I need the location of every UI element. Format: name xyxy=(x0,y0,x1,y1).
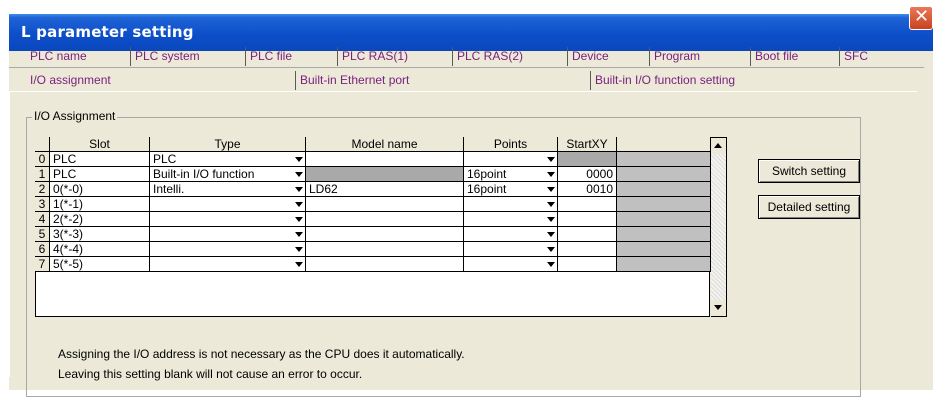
slot-cell[interactable]: 1(*-1) xyxy=(50,197,150,212)
tab-builtin-io-function-setting[interactable]: Built-in I/O function setting xyxy=(590,71,920,90)
type-select[interactable] xyxy=(150,257,306,272)
close-icon: ✕ xyxy=(914,6,930,27)
model-name-field[interactable]: LD62 xyxy=(306,182,464,197)
row-number: 2 xyxy=(35,182,50,197)
column-header-model: Model name xyxy=(306,137,464,152)
detail-cell xyxy=(617,197,711,212)
tab-program[interactable]: Program xyxy=(649,47,749,66)
slot-cell[interactable]: 4(*-4) xyxy=(50,242,150,257)
tab-plc-name[interactable]: PLC name xyxy=(26,47,129,66)
chevron-down-icon[interactable] xyxy=(291,197,306,212)
chevron-down-icon[interactable] xyxy=(543,152,558,167)
chevron-down-icon[interactable] xyxy=(291,212,306,227)
tab-io-assignment[interactable]: I/O assignment xyxy=(26,71,294,90)
chevron-down-icon[interactable] xyxy=(291,242,306,257)
slot-cell[interactable]: PLC xyxy=(50,152,150,167)
chevron-down-icon[interactable] xyxy=(291,257,306,272)
tab-builtin-ethernet-port[interactable]: Built-in Ethernet port xyxy=(295,71,589,90)
close-button[interactable]: ✕ xyxy=(909,6,933,30)
type-select[interactable]: Built-in I/O function xyxy=(150,167,306,182)
tab-divider xyxy=(9,67,924,68)
detail-cell xyxy=(617,167,711,182)
chevron-down-icon[interactable] xyxy=(543,242,558,257)
model-name-field[interactable] xyxy=(306,152,464,167)
chevron-down-icon[interactable] xyxy=(543,182,558,197)
row-number: 6 xyxy=(35,242,50,257)
slot-cell[interactable]: 2(*-2) xyxy=(50,212,150,227)
column-header-slot: Slot xyxy=(50,137,150,152)
scroll-thumb[interactable] xyxy=(711,154,726,300)
type-select[interactable]: Intelli. xyxy=(150,182,306,197)
row-number: 4 xyxy=(35,212,50,227)
tab-boot-file[interactable]: Boot file xyxy=(750,47,838,66)
tab-plc-system[interactable]: PLC system xyxy=(130,47,244,66)
window-title: L parameter setting xyxy=(21,23,194,41)
chevron-down-icon[interactable] xyxy=(291,227,306,242)
slot-cell[interactable]: 0(*-0) xyxy=(50,182,150,197)
detail-cell xyxy=(617,227,711,242)
start-xy-field[interactable]: 0000 xyxy=(558,167,617,182)
group-label: I/O Assignment xyxy=(32,109,118,123)
column-header-blank xyxy=(617,137,711,152)
column-header-points: Points xyxy=(464,137,558,152)
model-name-field[interactable] xyxy=(306,212,464,227)
scroll-down-icon[interactable] xyxy=(711,300,726,316)
tab-plc-file[interactable]: PLC file xyxy=(245,47,336,66)
row-number: 3 xyxy=(35,197,50,212)
column-header-type: Type xyxy=(150,137,306,152)
type-select[interactable]: PLC xyxy=(150,152,306,167)
tab-sfc[interactable]: SFC xyxy=(839,47,917,66)
start-xy-field[interactable] xyxy=(558,257,617,272)
model-name-field[interactable] xyxy=(306,242,464,257)
detail-cell xyxy=(617,182,711,197)
type-select[interactable] xyxy=(150,227,306,242)
detail-cell xyxy=(617,242,711,257)
chevron-down-icon[interactable] xyxy=(543,227,558,242)
chevron-down-icon[interactable] xyxy=(543,197,558,212)
io-assignment-table: Slot Type Model name Points StartXY 0 PLC PLC 1 P… xyxy=(35,137,711,317)
start-xy-field[interactable] xyxy=(558,152,617,167)
header-corner xyxy=(35,137,50,152)
detail-cell xyxy=(617,152,711,167)
detailed-setting-button[interactable]: Detailed setting xyxy=(758,195,860,219)
model-name-field[interactable] xyxy=(306,227,464,242)
row-number: 0 xyxy=(35,152,50,167)
chevron-down-icon[interactable] xyxy=(291,167,306,182)
switch-setting-button[interactable]: Switch setting xyxy=(758,159,860,183)
title-bar: L parameter setting xyxy=(9,14,933,51)
start-xy-field[interactable] xyxy=(558,242,617,257)
row-number: 7 xyxy=(35,257,50,272)
model-name-field[interactable] xyxy=(306,197,464,212)
chevron-down-icon[interactable] xyxy=(543,212,558,227)
chevron-down-icon[interactable] xyxy=(291,182,306,197)
slot-cell[interactable]: PLC xyxy=(50,167,150,182)
detail-cell xyxy=(617,212,711,227)
chevron-down-icon[interactable] xyxy=(291,152,306,167)
vertical-scrollbar[interactable] xyxy=(711,137,727,317)
start-xy-field[interactable] xyxy=(558,227,617,242)
tab-plc-ras1[interactable]: PLC RAS(1) xyxy=(337,47,451,66)
tab-plc-ras2[interactable]: PLC RAS(2) xyxy=(452,47,566,66)
chevron-down-icon[interactable] xyxy=(543,167,558,182)
slot-cell[interactable]: 5(*-5) xyxy=(50,257,150,272)
model-name-field[interactable] xyxy=(306,257,464,272)
note-line-1: Assigning the I/O address is not necessa… xyxy=(58,347,465,361)
type-select[interactable] xyxy=(150,242,306,257)
start-xy-field[interactable]: 0010 xyxy=(558,182,617,197)
detail-cell xyxy=(617,257,711,272)
start-xy-field[interactable] xyxy=(558,212,617,227)
scroll-up-icon[interactable] xyxy=(711,138,726,154)
type-select[interactable] xyxy=(150,197,306,212)
row-number: 1 xyxy=(35,167,50,182)
row-number: 5 xyxy=(35,227,50,242)
model-name-field[interactable] xyxy=(306,167,464,182)
note-line-2: Leaving this setting blank will not caus… xyxy=(58,367,363,381)
column-header-start: StartXY xyxy=(558,137,617,152)
start-xy-field[interactable] xyxy=(558,197,617,212)
tab-device[interactable]: Device xyxy=(567,47,648,66)
chevron-down-icon[interactable] xyxy=(543,257,558,272)
type-select[interactable] xyxy=(150,212,306,227)
slot-cell[interactable]: 3(*-3) xyxy=(50,227,150,242)
